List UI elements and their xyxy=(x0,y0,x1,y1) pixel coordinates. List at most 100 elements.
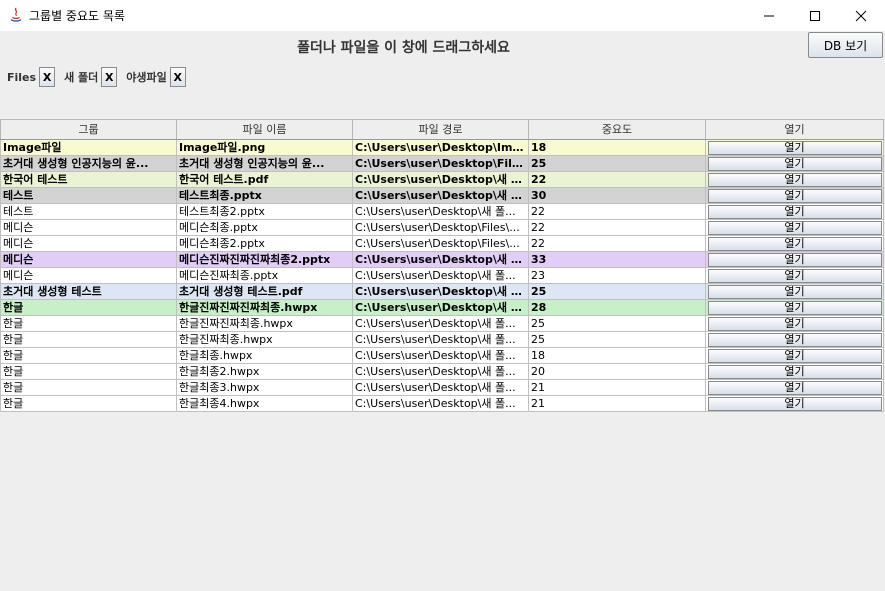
table-row[interactable]: 메디슨 메디슨최종.pptx C:\Users\user\Desktop\Files… xyxy=(0,220,884,236)
table-row[interactable]: 테스트 테스트최종.pptx C:\Users\user\Desktop\새 폴..… xyxy=(0,188,884,204)
open-file-button[interactable]: 열기 xyxy=(707,348,882,363)
importance-table: 그룹 파일 이름 파일 경로 중요도 열기 Image파일 Image파일.png… xyxy=(0,119,884,412)
importance-cell: 33 xyxy=(529,252,706,267)
open-file-button[interactable]: 열기 xyxy=(707,140,882,155)
file-name-cell: Image파일.png xyxy=(177,140,353,155)
open-cell: 열기 xyxy=(706,300,884,315)
minimize-icon xyxy=(764,15,774,16)
table-row[interactable]: 메디슨 메디슨최종2.pptx C:\Users\user\Desktop\File… xyxy=(0,236,884,252)
group-cell: 초거대 생성형 테스트 xyxy=(0,284,177,299)
open-file-button[interactable]: 열기 xyxy=(707,268,882,283)
table-row[interactable]: 한글 한글최종3.hwpx C:\Users\user\Desktop\새 폴...… xyxy=(0,380,884,396)
table-row[interactable]: 메디슨 메디슨진짜진짜진짜최종2.pptx C:\Users\user\Deskto… xyxy=(0,252,884,268)
open-file-button[interactable]: 열기 xyxy=(707,188,882,203)
header-file-path[interactable]: 파일 경로 xyxy=(353,120,529,139)
open-cell: 열기 xyxy=(706,220,884,235)
table-row[interactable]: 한글 한글최종4.hwpx C:\Users\user\Desktop\새 폴...… xyxy=(0,396,884,412)
open-cell: 열기 xyxy=(706,252,884,267)
group-cell: 한글 xyxy=(0,380,177,395)
file-path-cell: C:\Users\user\Desktop\새 폴... xyxy=(353,364,529,379)
table-body: Image파일 Image파일.png C:\Users\user\Desktop\… xyxy=(0,140,884,412)
table-row[interactable]: 초거대 생성형 테스트 초거대 생성형 테스트.pdf C:\Users\user\… xyxy=(0,284,884,300)
importance-cell: 21 xyxy=(529,396,706,411)
folder-tags: Files X 새 폴더 X 야생파일 X xyxy=(7,66,195,88)
title-bar: 그룹별 중요도 목록 xyxy=(0,0,885,31)
open-file-button[interactable]: 열기 xyxy=(707,316,882,331)
file-name-cell: 한국어 테스트.pdf xyxy=(177,172,353,187)
tag-label-wild-files: 야생파일 xyxy=(126,71,167,84)
table-row[interactable]: Image파일 Image파일.png C:\Users\user\Desktop\… xyxy=(0,140,884,156)
file-name-cell: 초거대 생성형 테스트.pdf xyxy=(177,284,353,299)
open-cell: 열기 xyxy=(706,204,884,219)
file-path-cell: C:\Users\user\Desktop\새 폴... xyxy=(355,188,529,203)
file-path-cell: C:\Users\user\Desktop\새 폴... xyxy=(355,284,529,299)
open-cell: 열기 xyxy=(706,268,884,283)
table-row[interactable]: 한글 한글진짜최종.hwpx C:\Users\user\Desktop\새 폴..… xyxy=(0,332,884,348)
header-group[interactable]: 그룹 xyxy=(0,120,177,139)
table-row[interactable]: 한글 한글최종.hwpx C:\Users\user\Desktop\새 폴... 1… xyxy=(0,348,884,364)
maximize-button[interactable] xyxy=(792,0,838,31)
importance-cell: 18 xyxy=(529,140,706,155)
file-path-cell: C:\Users\user\Desktop\새 폴... xyxy=(353,268,529,283)
importance-cell: 22 xyxy=(529,204,706,219)
table-row[interactable]: 테스트 테스트최종2.pptx C:\Users\user\Desktop\새 폴.… xyxy=(0,204,884,220)
table-row[interactable]: 초거대 생성형 인공지능의 윤... 초거대 생성형 인공지능의 윤... C:\U… xyxy=(0,156,884,172)
importance-cell: 22 xyxy=(529,236,706,251)
importance-cell: 23 xyxy=(529,268,706,283)
db-view-button[interactable]: DB 보기 xyxy=(808,32,883,58)
open-file-button[interactable]: 열기 xyxy=(707,380,882,395)
window-title: 그룹별 중요도 목록 xyxy=(29,9,125,23)
open-file-button[interactable]: 열기 xyxy=(707,156,882,171)
remove-files-button[interactable]: X xyxy=(39,67,56,87)
file-path-cell: C:\Users\user\Desktop\새 폴... xyxy=(353,348,529,363)
open-file-button[interactable]: 열기 xyxy=(707,220,882,235)
importance-cell: 20 xyxy=(529,364,706,379)
open-cell: 열기 xyxy=(706,172,884,187)
group-cell: 한국어 테스트 xyxy=(0,172,177,187)
open-file-button[interactable]: 열기 xyxy=(707,300,882,315)
table-row[interactable]: 한글 한글진짜진짜진짜최종.hwpx C:\Users\user\Desktop\새… xyxy=(0,300,884,316)
open-file-button[interactable]: 열기 xyxy=(707,284,882,299)
open-file-button[interactable]: 열기 xyxy=(707,252,882,267)
importance-cell: 25 xyxy=(529,332,706,347)
group-cell: 메디슨 xyxy=(0,268,177,283)
open-file-button[interactable]: 열기 xyxy=(707,332,882,347)
header-importance[interactable]: 중요도 xyxy=(529,120,706,139)
group-cell: 한글 xyxy=(0,396,177,411)
open-cell: 열기 xyxy=(706,348,884,363)
file-path-cell: C:\Users\user\Desktop\새 폴... xyxy=(353,332,529,347)
header-open[interactable]: 열기 xyxy=(706,120,884,139)
open-file-button[interactable]: 열기 xyxy=(707,204,882,219)
open-cell: 열기 xyxy=(706,332,884,347)
importance-cell: 25 xyxy=(529,156,706,171)
table-row[interactable]: 한국어 테스트 한국어 테스트.pdf C:\Users\user\Desktop\… xyxy=(0,172,884,188)
open-file-button[interactable]: 열기 xyxy=(707,364,882,379)
group-cell: 한글 xyxy=(0,316,177,331)
importance-cell: 22 xyxy=(529,172,706,187)
header-file-name[interactable]: 파일 이름 xyxy=(177,120,353,139)
close-window-button[interactable] xyxy=(838,0,884,31)
open-cell: 열기 xyxy=(706,156,884,171)
open-file-button[interactable]: 열기 xyxy=(707,172,882,187)
file-path-cell: C:\Users\user\Desktop\새 폴... xyxy=(355,252,529,267)
table-row[interactable]: 한글 한글최종2.hwpx C:\Users\user\Desktop\새 폴...… xyxy=(0,364,884,380)
table-row[interactable]: 메디슨 메디슨진짜최종.pptx C:\Users\user\Desktop\새 폴… xyxy=(0,268,884,284)
file-path-cell: C:\Users\user\Desktop\Files\... xyxy=(355,156,529,171)
open-cell: 열기 xyxy=(706,188,884,203)
file-name-cell: 한글진짜최종.hwpx xyxy=(177,332,353,347)
minimize-button[interactable] xyxy=(746,0,792,31)
remove-new-folder-button[interactable]: X xyxy=(101,67,118,87)
importance-cell: 25 xyxy=(529,284,706,299)
group-cell: 한글 xyxy=(0,348,177,363)
close-icon xyxy=(855,10,867,21)
file-name-cell: 한글최종3.hwpx xyxy=(177,380,353,395)
file-path-cell: C:\Users\user\Desktop\새 폴... xyxy=(355,172,529,187)
open-cell: 열기 xyxy=(706,380,884,395)
open-file-button[interactable]: 열기 xyxy=(707,396,882,411)
remove-wild-files-button[interactable]: X xyxy=(169,67,186,87)
group-cell: 한글 xyxy=(0,332,177,347)
table-row[interactable]: 한글 한글진짜진짜최종.hwpx C:\Users\user\Desktop\새 폴… xyxy=(0,316,884,332)
file-path-cell: C:\Users\user\Desktop\새 폴... xyxy=(355,300,529,315)
open-file-button[interactable]: 열기 xyxy=(707,236,882,251)
importance-cell: 30 xyxy=(529,188,706,203)
